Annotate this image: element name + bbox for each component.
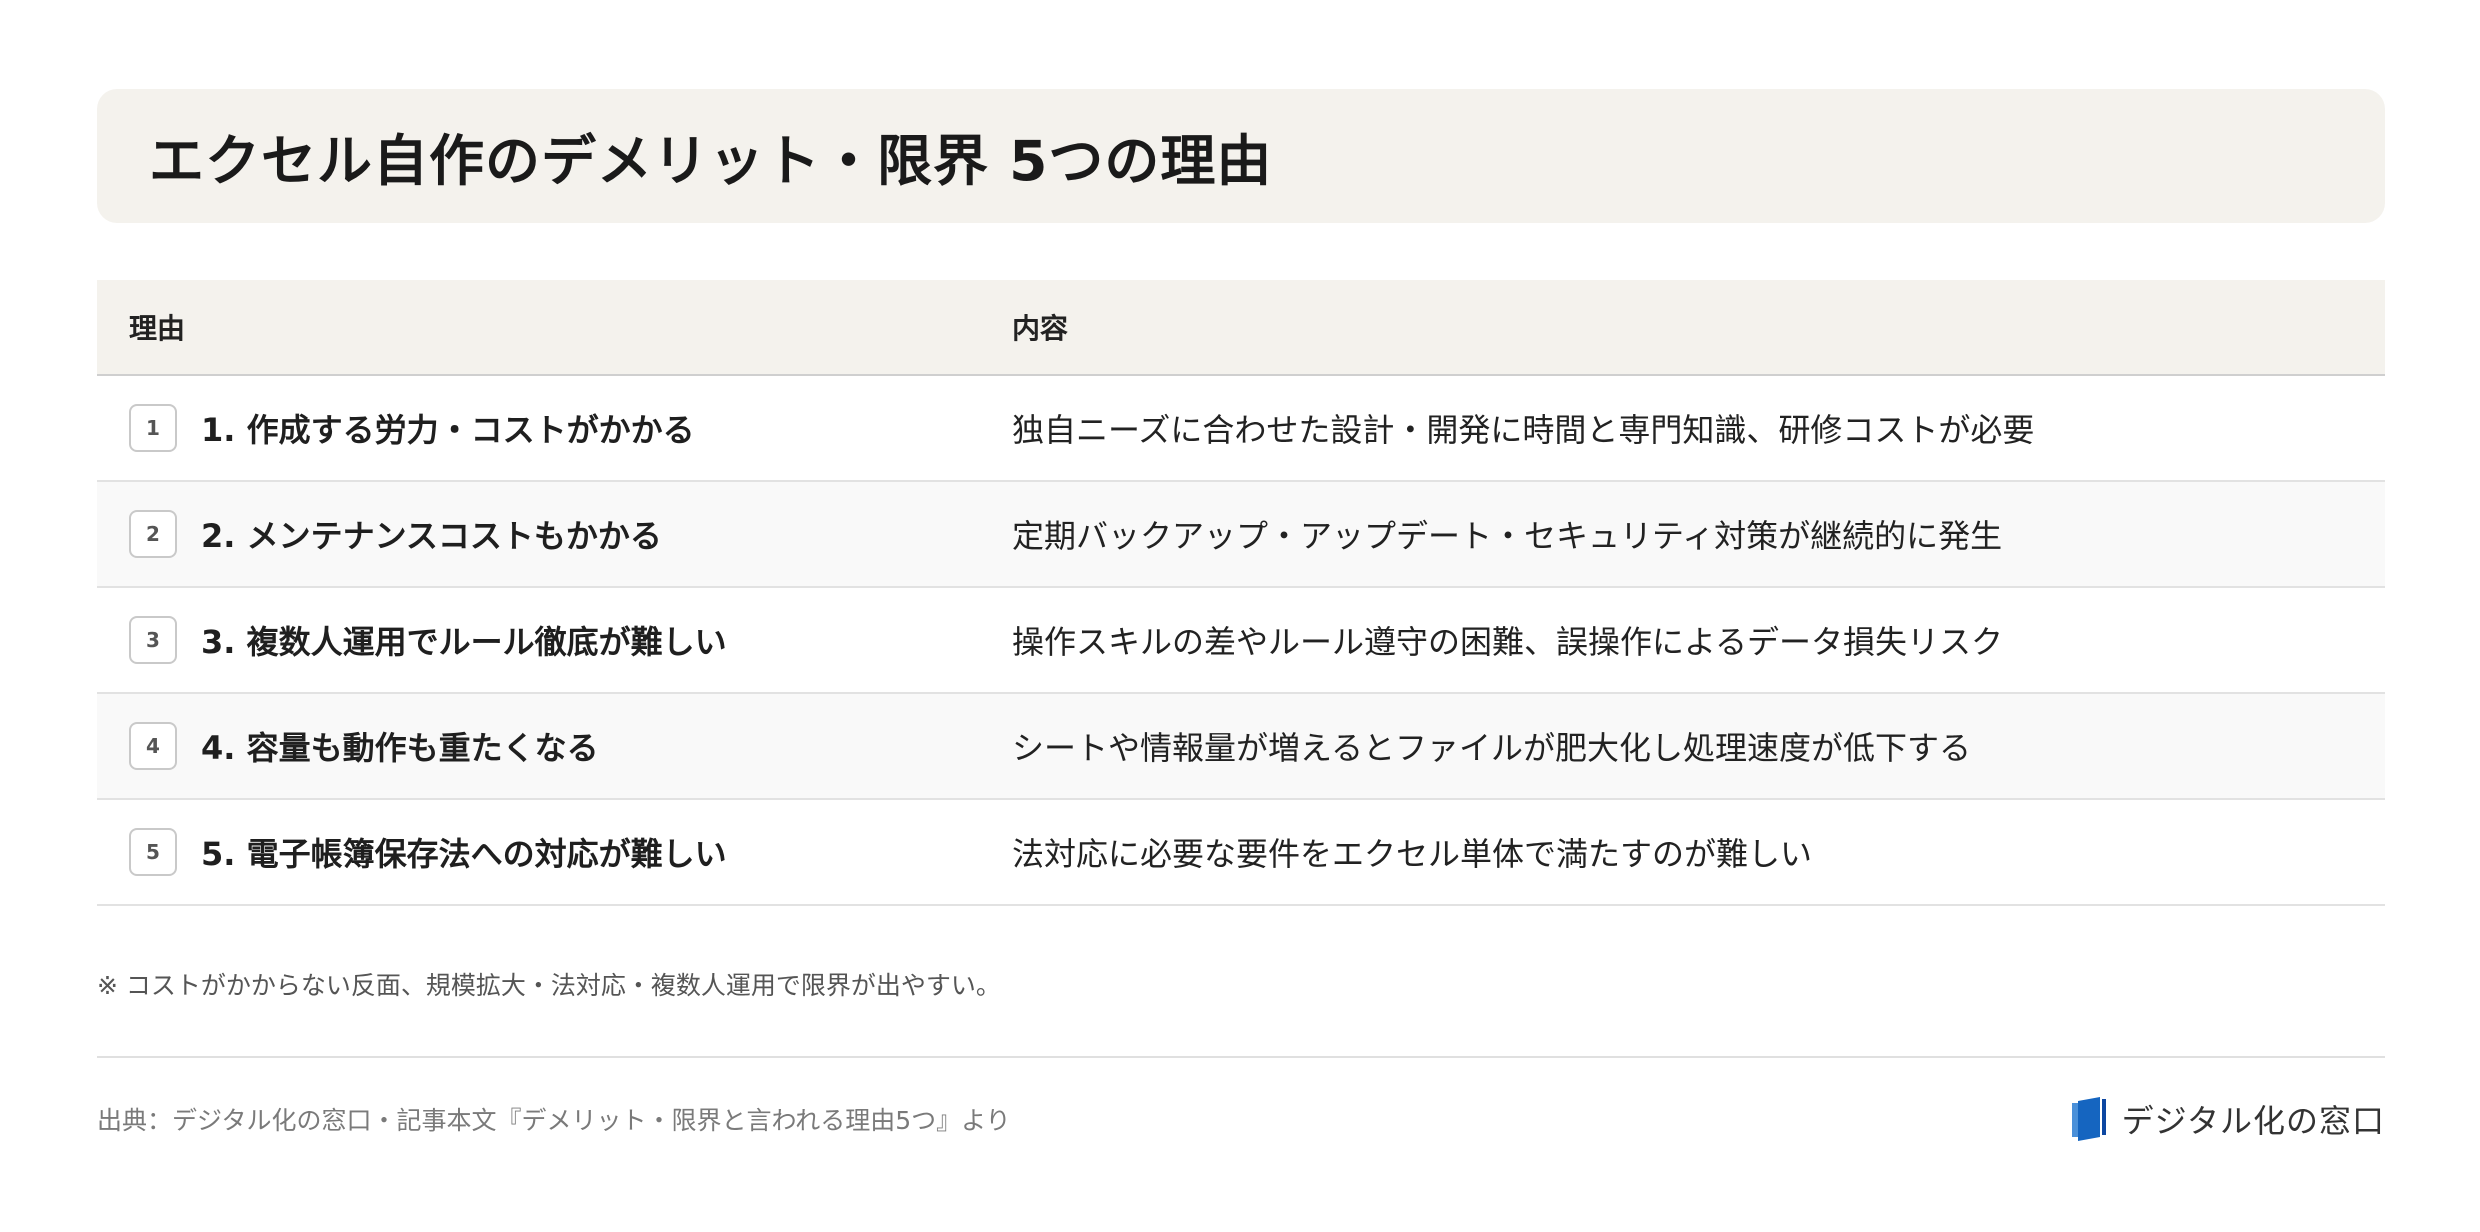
detail-cell: 定期バックアップ・アップデート・セキュリティ対策が継続的に発生 [1012,511,2385,557]
number-badge: 1 [129,404,177,452]
brand: デジタル化の窓口 [2071,1096,2385,1142]
header-reason: 理由 [129,312,186,345]
page-title: エクセル自作のデメリット・限界 5つの理由 [149,129,1273,193]
number-badge: 2 [129,510,177,558]
reason-label: 1. 作成する労力・コストがかかる [201,411,695,449]
detail-text: 法対応に必要な要件をエクセル単体で満たすのが難しい [1012,835,1813,873]
table-row: 1 1. 作成する労力・コストがかかる 独自ニーズに合わせた設計・開発に時間と専… [97,376,2385,482]
footer: 出典：デジタル化の窓口・記事本文『デメリット・限界と言われる理由5つ』より デジ… [97,1094,2385,1144]
header-detail: 内容 [1012,312,1069,345]
detail-text: 定期バックアップ・アップデート・セキュリティ対策が継続的に発生 [1012,517,2003,555]
reason-label: 2. メンテナンスコストもかかる [201,517,662,555]
source-citation: 出典：デジタル化の窓口・記事本文『デメリット・限界と言われる理由5つ』より [97,1106,1011,1135]
reason-cell: 4 4. 容量も動作も重たくなる [97,722,1012,770]
title-box: エクセル自作のデメリット・限界 5つの理由 [97,89,2385,223]
table-row: 4 4. 容量も動作も重たくなる シートや情報量が増えるとファイルが肥大化し処理… [97,694,2385,800]
footnote: ※ コストがかからない反面、規模拡大・法対応・複数人運用で限界が出やすい。 [97,971,1001,1000]
reason-label: 5. 電子帳簿保存法への対応が難しい [201,835,727,873]
divider [97,1056,2385,1058]
table-row: 3 3. 複数人運用でルール徹底が難しい 操作スキルの差やルール遵守の困難、誤操… [97,588,2385,694]
table-row: 2 2. メンテナンスコストもかかる 定期バックアップ・アップデート・セキュリテ… [97,482,2385,588]
reason-cell: 2 2. メンテナンスコストもかかる [97,510,1012,558]
reason-label: 3. 複数人運用でルール徹底が難しい [201,623,727,661]
reasons-table: 理由 内容 1 1. 作成する労力・コストがかかる 独自ニーズに合わせた設計・開… [97,280,2385,906]
detail-cell: 独自ニーズに合わせた設計・開発に時間と専門知識、研修コストが必要 [1012,405,2385,451]
detail-text: 操作スキルの差やルール遵守の困難、誤操作によるデータ損失リスク [1012,623,2004,661]
reason-cell: 5 5. 電子帳簿保存法への対応が難しい [97,828,1012,876]
book-logo-icon [2071,1097,2106,1141]
page: エクセル自作のデメリット・限界 5つの理由 理由 内容 1 1. 作成する労力・… [97,89,2385,1144]
detail-text: 独自ニーズに合わせた設計・開発に時間と専門知識、研修コストが必要 [1012,411,2035,449]
number-badge: 5 [129,828,177,876]
number-badge: 3 [129,616,177,664]
detail-text: シートや情報量が増えるとファイルが肥大化し処理速度が低下する [1012,729,1972,767]
brand-name: デジタル化の窓口 [2121,1102,2385,1140]
reason-label: 4. 容量も動作も重たくなる [201,729,599,767]
table-row: 5 5. 電子帳簿保存法への対応が難しい 法対応に必要な要件をエクセル単体で満た… [97,800,2385,906]
detail-cell: 操作スキルの差やルール遵守の困難、誤操作によるデータ損失リスク [1012,617,2385,663]
reason-cell: 1 1. 作成する労力・コストがかかる [97,404,1012,452]
table-header: 理由 内容 [97,280,2385,376]
detail-cell: シートや情報量が増えるとファイルが肥大化し処理速度が低下する [1012,723,2385,769]
number-badge: 4 [129,722,177,770]
reason-cell: 3 3. 複数人運用でルール徹底が難しい [97,616,1012,664]
detail-cell: 法対応に必要な要件をエクセル単体で満たすのが難しい [1012,829,2385,875]
